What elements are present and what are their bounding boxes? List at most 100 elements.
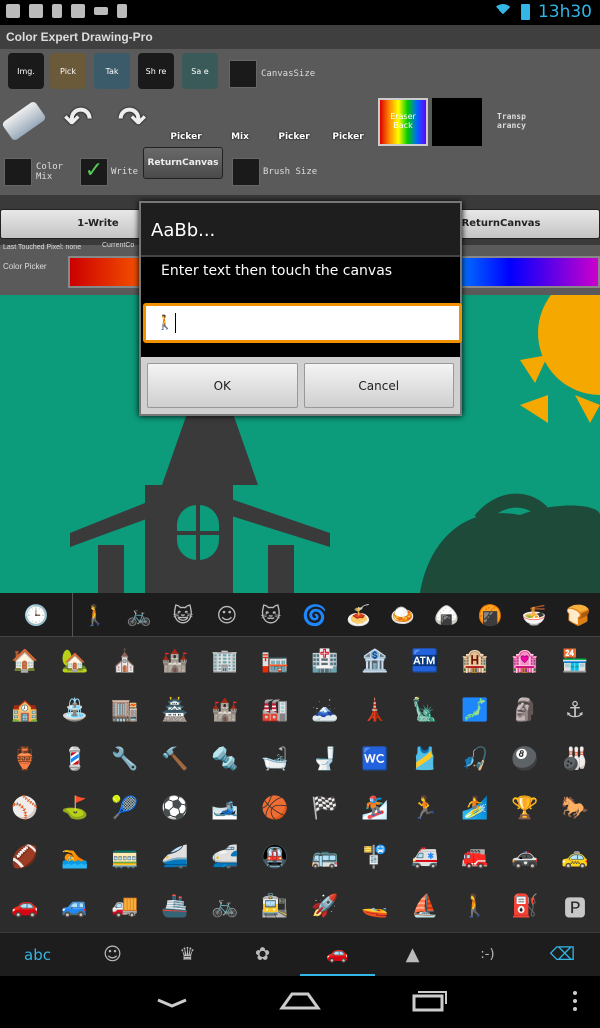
emoji-key[interactable]: 🏊 bbox=[50, 833, 100, 882]
save-button[interactable]: Sa e bbox=[182, 53, 218, 89]
emoji-key[interactable]: 🚌 bbox=[300, 833, 350, 882]
emoji-key[interactable]: ⛵ bbox=[400, 882, 450, 931]
emoji-cyclone[interactable]: 🌀 bbox=[293, 593, 337, 637]
emoji-key[interactable]: 🏃 bbox=[400, 784, 450, 833]
emoji-key[interactable]: 🏣 bbox=[250, 637, 300, 686]
backspace-icon[interactable]: ⌫ bbox=[525, 933, 600, 977]
undo-icon[interactable]: ↶ bbox=[56, 98, 100, 142]
emoji-key[interactable]: 🚄 bbox=[150, 833, 200, 882]
emoji-key[interactable]: 🔨 bbox=[150, 735, 200, 784]
emoji-key[interactable]: 🚾 bbox=[350, 735, 400, 784]
emoji-spaghetti[interactable]: 🍝 bbox=[337, 593, 381, 637]
emoji-key[interactable]: ⚽ bbox=[150, 784, 200, 833]
redo-icon[interactable]: ↷ bbox=[110, 98, 154, 142]
emoji-key[interactable]: ⛳ bbox=[50, 784, 100, 833]
emoji-key[interactable]: 🏂 bbox=[350, 784, 400, 833]
color-mix-checkbox[interactable] bbox=[4, 158, 32, 186]
emoji-key[interactable]: 🎣 bbox=[450, 735, 500, 784]
emoji-key[interactable]: 🏬 bbox=[100, 686, 150, 735]
triangle-category-icon[interactable]: ▲ bbox=[375, 933, 450, 977]
emoji-key[interactable]: 🏰 bbox=[200, 686, 250, 735]
share-button[interactable]: Sh re bbox=[138, 53, 174, 89]
recent-apps-icon[interactable] bbox=[412, 991, 447, 1012]
emoji-key[interactable]: 🛁 bbox=[250, 735, 300, 784]
emoji-key[interactable]: 🚑 bbox=[400, 833, 450, 882]
abc-key[interactable]: abc bbox=[0, 933, 75, 977]
emoji-rice-cracker[interactable]: 🍘 bbox=[468, 593, 512, 637]
emoji-key[interactable]: 🚽 bbox=[300, 735, 350, 784]
image-button[interactable]: Img. bbox=[8, 53, 44, 89]
emoji-key[interactable]: 🚕 bbox=[550, 833, 600, 882]
text-input-field[interactable]: 🚶 bbox=[143, 303, 462, 343]
emoji-key[interactable]: 🚚 bbox=[100, 882, 150, 931]
emoji-key[interactable]: 🅿 bbox=[550, 882, 600, 931]
cancel-button[interactable]: Cancel bbox=[303, 363, 454, 408]
emoji-key[interactable]: 🚇 bbox=[250, 833, 300, 882]
write-checkbox-checked[interactable]: ✓ bbox=[80, 158, 108, 186]
emoji-key[interactable]: 🏡 bbox=[50, 637, 100, 686]
emoji-key[interactable]: 🚒 bbox=[450, 833, 500, 882]
flower-category-icon[interactable]: ✿ bbox=[225, 933, 300, 977]
crown-category-icon[interactable]: ♛ bbox=[150, 933, 225, 977]
emoji-key[interactable]: 🚃 bbox=[100, 833, 150, 882]
emoji-key[interactable]: 🏨 bbox=[450, 637, 500, 686]
eraser-back-button[interactable]: Eraser Back bbox=[378, 98, 428, 146]
emoji-key[interactable]: 🎽 bbox=[400, 735, 450, 784]
emoji-key[interactable]: 🚲 bbox=[200, 882, 250, 931]
emoji-key[interactable]: 🎾 bbox=[100, 784, 150, 833]
picker-brush-blue-icon[interactable]: Picker bbox=[326, 98, 370, 142]
emoji-key[interactable]: 🚤 bbox=[350, 882, 400, 931]
emoji-key[interactable]: ⛪ bbox=[100, 637, 150, 686]
emoji-key[interactable]: ⛲ bbox=[50, 686, 100, 735]
current-color-swatch[interactable] bbox=[432, 98, 482, 146]
emoji-key[interactable]: 🔩 bbox=[200, 735, 250, 784]
emoji-key[interactable]: 🗿 bbox=[500, 686, 550, 735]
emoji-key[interactable]: 🚅 bbox=[200, 833, 250, 882]
picker-pencil-icon[interactable]: Picker bbox=[164, 98, 208, 142]
emoji-key[interactable]: 🏫 bbox=[0, 686, 50, 735]
emoji-key[interactable]: ⛽ bbox=[500, 882, 550, 931]
emoji-key[interactable]: 🚢 bbox=[150, 882, 200, 931]
ok-button[interactable]: OK bbox=[147, 363, 298, 408]
emoji-rice-ball[interactable]: 🍙 bbox=[424, 593, 468, 637]
emoji-key[interactable]: 🐎 bbox=[550, 784, 600, 833]
emoji-ramen[interactable]: 🍜 bbox=[512, 593, 556, 637]
emoji-key[interactable]: 🏰 bbox=[150, 637, 200, 686]
emoji-bicycle[interactable]: 🚲 bbox=[117, 593, 161, 637]
recent-clock-icon[interactable]: 🕒 bbox=[0, 592, 74, 637]
emoji-key[interactable]: 🎱 bbox=[500, 735, 550, 784]
emoji-key[interactable]: 🏢 bbox=[200, 637, 250, 686]
emoji-key[interactable]: 🚗 bbox=[0, 882, 50, 931]
emoji-key[interactable]: 🏯 bbox=[150, 686, 200, 735]
emoji-key[interactable]: 💈 bbox=[50, 735, 100, 784]
emoji-key[interactable]: 🏭 bbox=[250, 686, 300, 735]
emoji-key[interactable]: 🚙 bbox=[50, 882, 100, 931]
home-icon[interactable] bbox=[279, 992, 321, 1010]
emoji-key[interactable]: 🏀 bbox=[250, 784, 300, 833]
emoji-bread[interactable]: 🍞 bbox=[556, 593, 600, 637]
emoji-key[interactable]: 🏥 bbox=[300, 637, 350, 686]
emoji-cat[interactable]: 🐱 bbox=[249, 593, 293, 637]
emoji-key[interactable]: 🗽 bbox=[400, 686, 450, 735]
emoji-key[interactable]: 🏧 bbox=[400, 637, 450, 686]
emoji-key[interactable]: 🏠 bbox=[0, 637, 50, 686]
emoji-key[interactable]: 🏩 bbox=[500, 637, 550, 686]
emoji-key[interactable]: 🏈 bbox=[0, 833, 50, 882]
canvas-size-checkbox[interactable] bbox=[229, 60, 257, 88]
emoji-key[interactable]: ⚾ bbox=[0, 784, 50, 833]
emoticon-category-icon[interactable]: :-) bbox=[450, 933, 525, 977]
emoji-key[interactable]: 🚶 bbox=[450, 882, 500, 931]
emoji-key[interactable]: 🗾 bbox=[450, 686, 500, 735]
emoji-key[interactable]: 🏄 bbox=[450, 784, 500, 833]
smiley-category-icon[interactable]: ☺ bbox=[75, 933, 150, 977]
emoji-key[interactable]: 🏦 bbox=[350, 637, 400, 686]
emoji-key[interactable]: 🎳 bbox=[550, 735, 600, 784]
emoji-key[interactable]: 🚀 bbox=[300, 882, 350, 931]
emoji-cat-face[interactable]: 😺 bbox=[161, 593, 205, 637]
pick-button[interactable]: Pick bbox=[50, 53, 86, 89]
return-canvas-button[interactable]: ReturnCanvas bbox=[143, 147, 223, 179]
emoji-curry[interactable]: 🍛 bbox=[381, 593, 425, 637]
emoji-key[interactable]: 🗻 bbox=[300, 686, 350, 735]
back-icon[interactable] bbox=[157, 998, 187, 1008]
emoji-key[interactable]: 🗼 bbox=[350, 686, 400, 735]
